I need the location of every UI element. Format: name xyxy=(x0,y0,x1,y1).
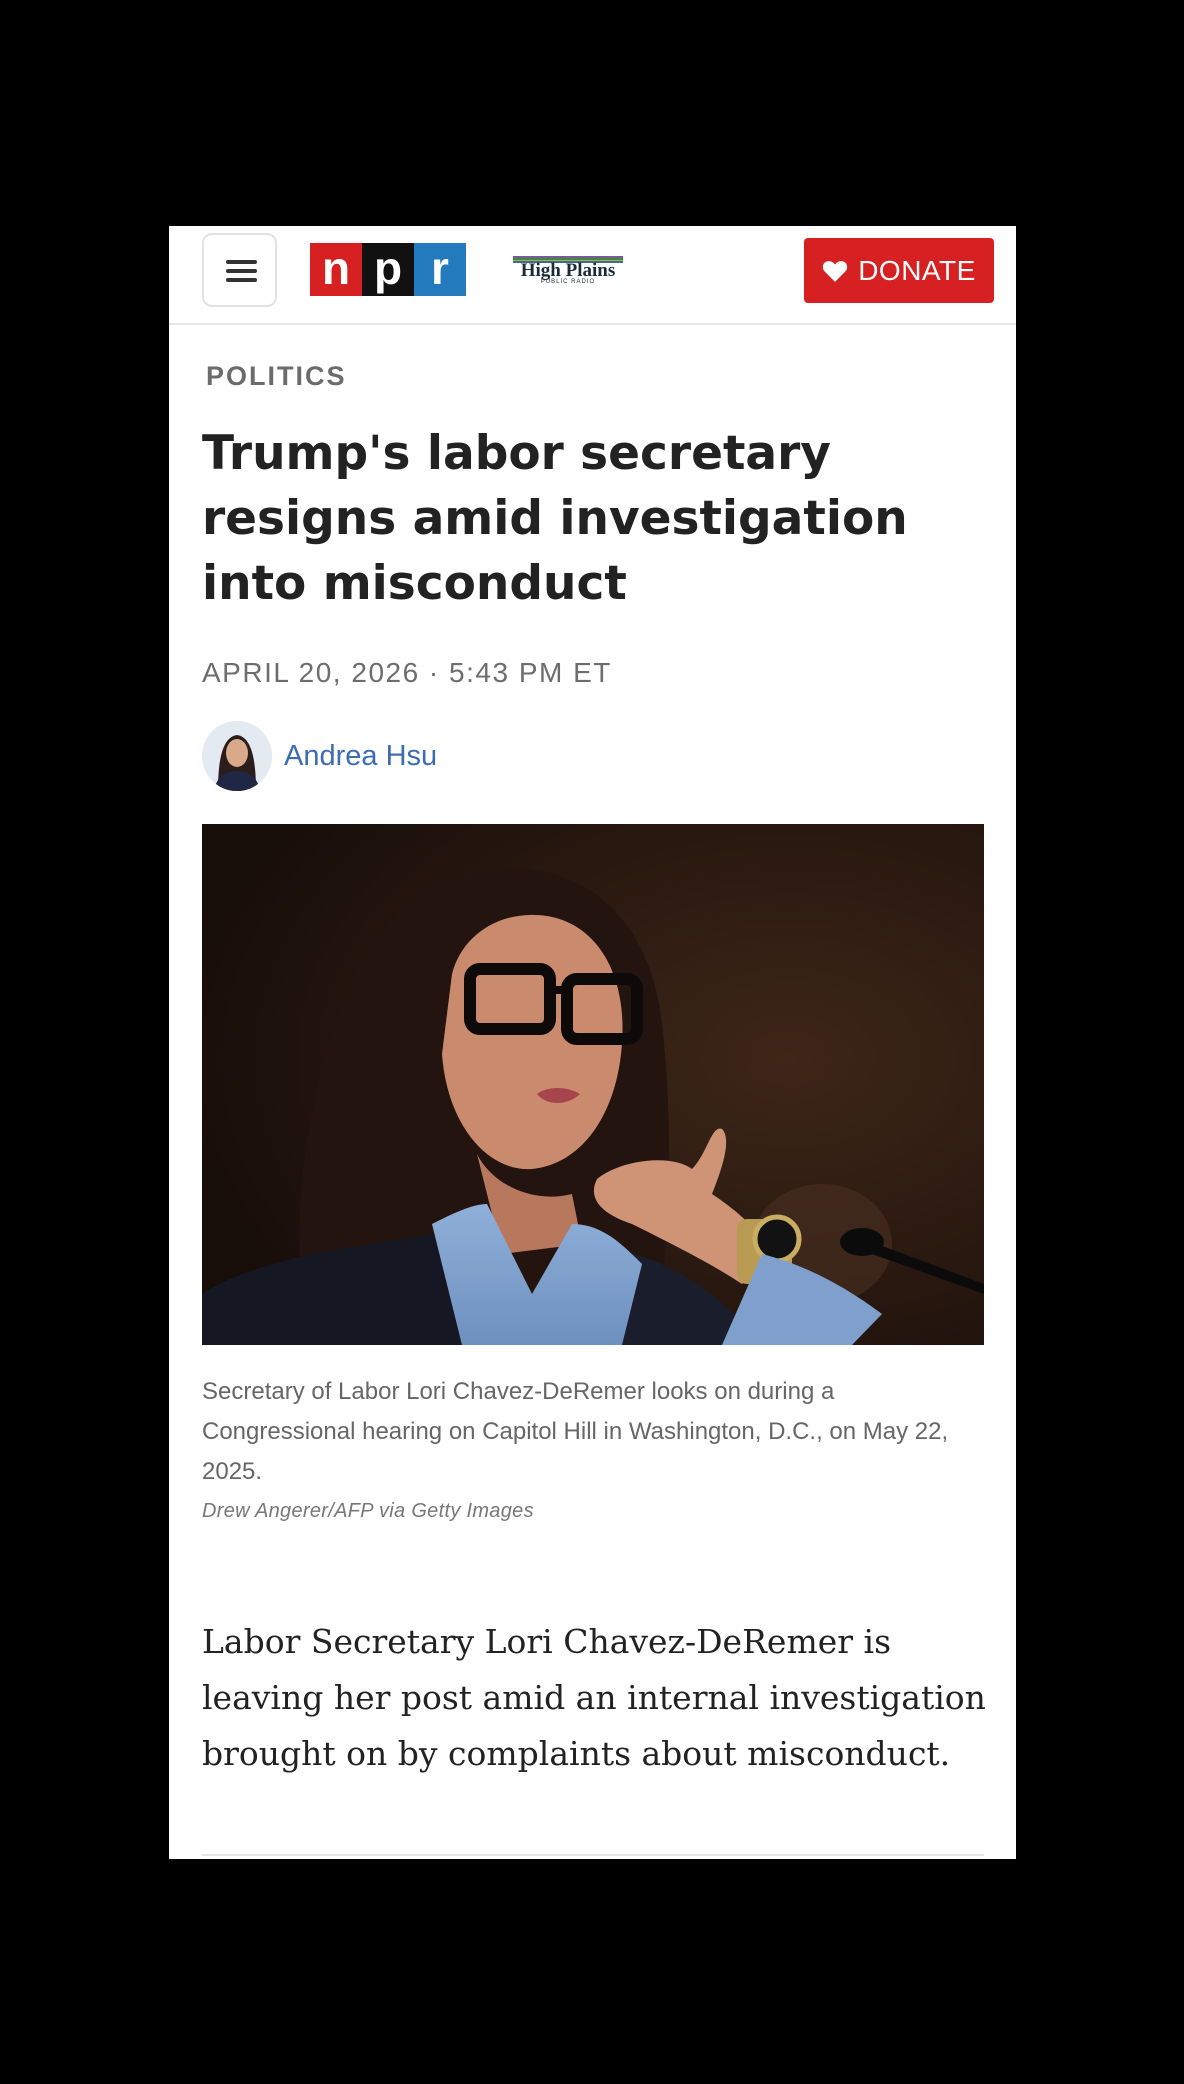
site-header: n p r High Plains PUBLIC RADIO DONATE xyxy=(169,226,1016,325)
author-avatar[interactable] xyxy=(202,721,272,791)
heart-icon xyxy=(823,260,848,282)
donate-label: DONATE xyxy=(858,254,976,286)
author-link[interactable]: Andrea Hsu xyxy=(284,740,437,773)
divider xyxy=(202,1854,984,1856)
byline: Andrea Hsu xyxy=(202,720,437,792)
station-logo-subtitle: PUBLIC RADIO xyxy=(540,279,596,285)
article-dateline: APRIL 20, 2026 · 5:43 PM ET xyxy=(202,657,612,688)
mobile-browser-view: n p r High Plains PUBLIC RADIO DONATE PO… xyxy=(169,226,1016,1859)
section-label-politics[interactable]: POLITICS xyxy=(206,361,347,392)
image-credit: Drew Angerer/AFP via Getty Images xyxy=(202,1500,534,1522)
article-headline: Trump's labor secretary resigns amid inv… xyxy=(202,426,908,611)
npr-logo[interactable]: n p r xyxy=(310,243,466,296)
article-hero-image[interactable] xyxy=(202,824,984,1345)
donate-button[interactable]: DONATE xyxy=(804,238,994,303)
hamburger-menu-icon[interactable] xyxy=(202,233,277,307)
station-logo-name: High Plains xyxy=(520,260,616,281)
station-logo[interactable]: High Plains PUBLIC RADIO xyxy=(513,256,623,288)
npr-logo-p: p xyxy=(362,243,414,296)
article-body-paragraph: Labor Secretary Lori Chavez-DeRemer is l… xyxy=(202,1622,986,1773)
npr-logo-n: n xyxy=(310,243,362,296)
npr-logo-r: r xyxy=(414,243,466,296)
image-caption: Secretary of Labor Lori Chavez-DeRemer l… xyxy=(202,1378,949,1485)
